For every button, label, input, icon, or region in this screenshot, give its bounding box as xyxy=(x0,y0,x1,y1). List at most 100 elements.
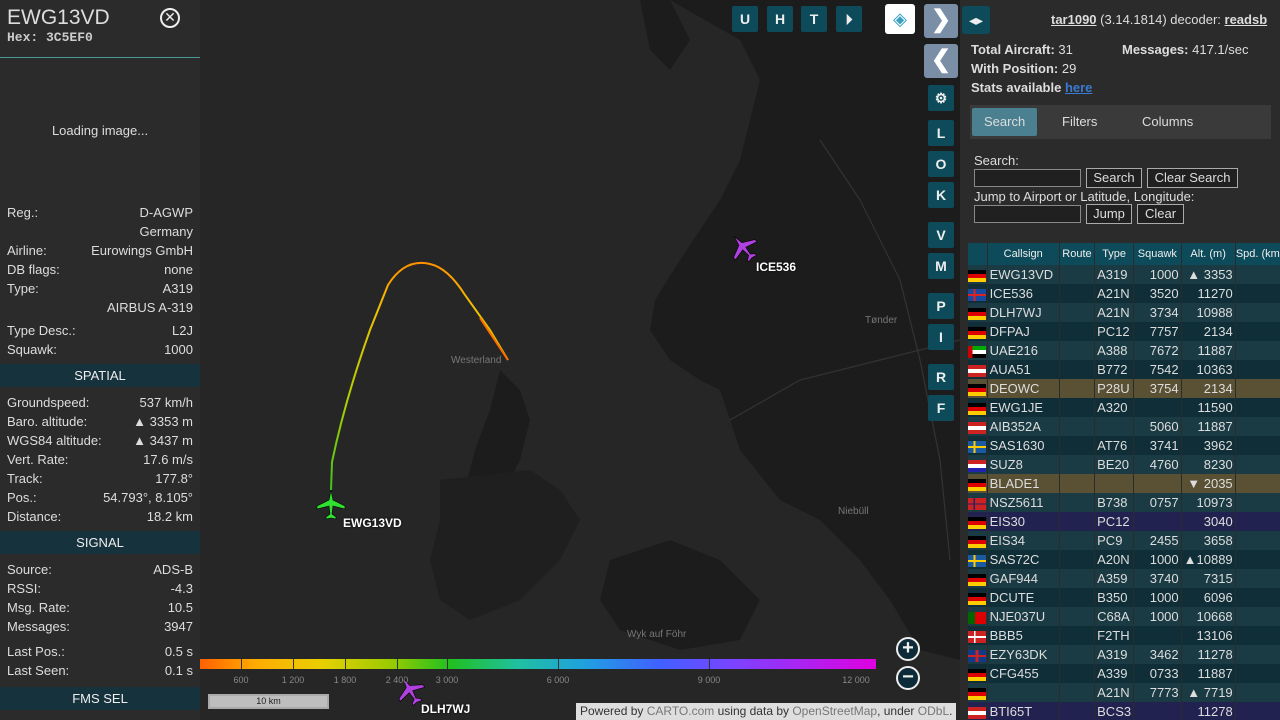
column-altitude[interactable]: Alt. (m) xyxy=(1180,243,1236,265)
expand-left-button[interactable]: ❮ xyxy=(924,44,958,78)
table-row[interactable]: BLADE1 ▼ 2035 xyxy=(967,474,1280,493)
button-h[interactable]: H xyxy=(767,6,793,32)
table-row[interactable]: EWG1JE A320 11590 xyxy=(967,398,1280,417)
tab-filters[interactable]: Filters xyxy=(1050,108,1109,136)
button-v[interactable]: V xyxy=(928,222,954,248)
column-type[interactable]: Type xyxy=(1094,243,1134,265)
info-row: Germany xyxy=(0,222,200,241)
map-canvas[interactable] xyxy=(200,0,960,720)
tab-search[interactable]: Search xyxy=(972,108,1038,136)
aircraft-label-ewg13vd[interactable]: EWG13VD xyxy=(343,516,402,530)
cell-callsign: SAS1630 xyxy=(986,436,1060,455)
jump-input[interactable] xyxy=(974,205,1081,223)
layers-icon[interactable]: ◈ xyxy=(885,4,915,34)
column-callsign[interactable]: Callsign xyxy=(986,243,1060,265)
settings-icon[interactable]: ⚙ xyxy=(928,85,954,111)
table-row[interactable]: DLH7WJ A21N 3734 10988 xyxy=(967,303,1280,322)
carto-link[interactable]: CARTO.com xyxy=(647,704,715,718)
flag-dk-icon xyxy=(968,630,986,643)
button-p[interactable]: P xyxy=(928,293,954,319)
flag-de-icon xyxy=(968,687,986,700)
search-input[interactable] xyxy=(974,169,1081,187)
table-row[interactable]: EWG13VD A319 1000 ▲ 3353 xyxy=(967,265,1280,284)
table-row[interactable]: SUZ8 BE20 4760 8230 xyxy=(967,455,1280,474)
table-row[interactable]: A21N 7773 ▲ 7719 xyxy=(967,683,1280,702)
flag-de-icon xyxy=(968,383,986,396)
table-row[interactable]: SAS72C A20N 1000 ▲10889 xyxy=(967,550,1280,569)
zoom-in-button[interactable]: + xyxy=(896,637,920,661)
button-i[interactable]: I xyxy=(928,324,954,350)
button-m[interactable]: M xyxy=(928,253,954,279)
button-t[interactable]: T xyxy=(801,6,827,32)
button-k[interactable]: K xyxy=(928,182,954,208)
table-row[interactable]: BBB5 F2TH 13106 xyxy=(967,626,1280,645)
cell-callsign: EIS30 xyxy=(986,512,1060,531)
selected-hex: Hex: 3C5EF0 xyxy=(7,30,93,45)
button-l[interactable]: L xyxy=(928,120,954,146)
expand-right-button[interactable]: ❯ xyxy=(924,4,958,38)
button-r[interactable]: R xyxy=(928,364,954,390)
button-f[interactable]: F xyxy=(928,395,954,421)
image-status: Loading image... xyxy=(51,123,149,138)
table-row[interactable]: EIS30 PC12 3040 xyxy=(967,512,1280,531)
table-row[interactable]: NJE037U C68A 1000 10668 xyxy=(967,607,1280,626)
jump-button[interactable]: Jump xyxy=(1086,204,1132,224)
stats-link[interactable]: here xyxy=(1065,80,1092,95)
info-label: Groundspeed: xyxy=(7,395,90,410)
clear-search-button[interactable]: Clear Search xyxy=(1147,168,1238,188)
cell-speed xyxy=(1234,531,1280,550)
osm-link[interactable]: OpenStreetMap xyxy=(792,704,877,718)
cell-flag xyxy=(967,341,988,360)
table-row[interactable]: SAS1630 AT76 3741 3962 xyxy=(967,436,1280,455)
info-value: Eurowings GmbH xyxy=(91,243,193,258)
cell-type: A388 xyxy=(1094,341,1134,360)
table-row[interactable]: AUA51 B772 7542 10363 xyxy=(967,360,1280,379)
cell-route xyxy=(1058,664,1095,683)
table-row[interactable]: UAE216 A388 7672 11887 xyxy=(967,341,1280,360)
cell-route xyxy=(1058,683,1095,702)
zoom-out-button[interactable]: − xyxy=(896,666,920,690)
decoder-link[interactable]: readsb xyxy=(1225,12,1268,27)
info-label: Airline: xyxy=(7,243,47,258)
cell-alt: 7315 xyxy=(1180,569,1236,588)
search-button[interactable]: Search xyxy=(1086,168,1142,188)
info-label: Track: xyxy=(7,471,43,486)
table-row[interactable]: EIS34 PC9 2455 3658 xyxy=(967,531,1280,550)
table-row[interactable]: NSZ5611 B738 0757 10973 xyxy=(967,493,1280,512)
column-squawk[interactable]: Squawk xyxy=(1133,243,1182,265)
button-o[interactable]: O xyxy=(928,151,954,177)
column-route[interactable]: Route xyxy=(1058,243,1095,265)
version-link[interactable]: tar1090 xyxy=(1051,12,1097,27)
info-row: Vert. Rate: 17.6 m/s xyxy=(0,450,200,469)
table-row[interactable]: CFG455 A339 0733 11887 xyxy=(967,664,1280,683)
table-row[interactable]: DEOWC P28U 3754 2134 xyxy=(967,379,1280,398)
cell-type: PC12 xyxy=(1094,322,1134,341)
table-row[interactable]: GAF944 A359 3740 7315 xyxy=(967,569,1280,588)
info-value: A319 xyxy=(162,281,193,296)
cell-speed xyxy=(1234,455,1280,474)
cell-route xyxy=(1058,569,1095,588)
close-icon[interactable]: ✕ xyxy=(160,8,180,28)
table-row[interactable]: BTI65T BCS3 11278 xyxy=(967,702,1280,720)
table-row[interactable]: AIB352A 5060 11887 xyxy=(967,417,1280,436)
button-u[interactable]: U xyxy=(732,6,758,32)
aircraft-label-ice536[interactable]: ICE536 xyxy=(756,260,796,274)
info-row: RSSI: -4.3 xyxy=(0,579,200,598)
table-row[interactable]: EZY63DK A319 3462 11278 xyxy=(967,645,1280,664)
aircraft-label-dlh7wj[interactable]: DLH7WJ xyxy=(421,702,470,716)
cell-type: A339 xyxy=(1094,664,1134,683)
column-speed[interactable]: Spd. (km xyxy=(1234,243,1280,265)
info-value: ▲ 3353 m xyxy=(133,414,193,429)
cell-route xyxy=(1058,588,1095,607)
table-row[interactable]: DFPAJ PC12 7757 2134 xyxy=(967,322,1280,341)
table-row[interactable]: ICE536 A21N 3520 11270 xyxy=(967,284,1280,303)
map-view[interactable]: ICE536 EWG13VD DLH7WJ Westerland Tønder … xyxy=(200,0,960,720)
replay-icon[interactable]: ⏵ xyxy=(836,6,862,32)
panel-toggle-icon[interactable]: ◂▸ xyxy=(962,6,990,34)
table-row[interactable]: DCUTE B350 1000 6096 xyxy=(967,588,1280,607)
flag-de-icon xyxy=(968,668,986,681)
odbl-link[interactable]: ODbL xyxy=(918,704,949,718)
clear-button[interactable]: Clear xyxy=(1137,204,1184,224)
cell-speed xyxy=(1234,379,1280,398)
tab-columns[interactable]: Columns xyxy=(1130,108,1205,136)
